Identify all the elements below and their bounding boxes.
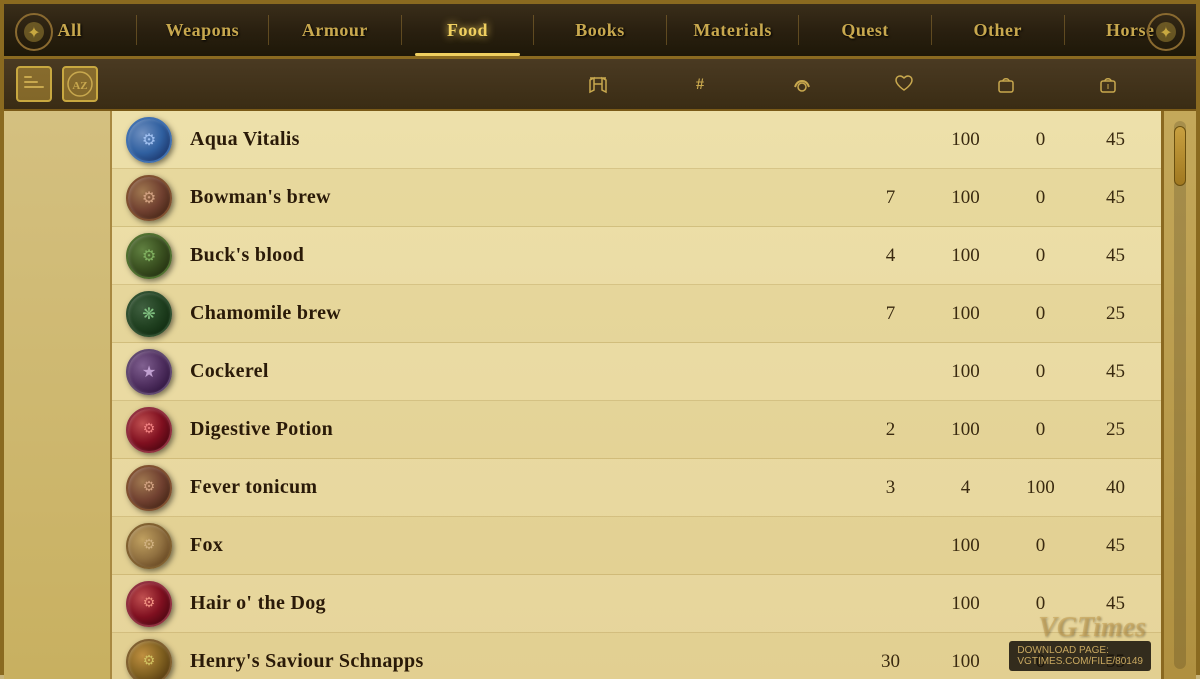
filter-bar: AZ # bbox=[4, 59, 1196, 111]
nav-bar: ✦ All Weapons Armour Food Books Material… bbox=[4, 4, 1196, 59]
corner-decoration-right: ✦ bbox=[1136, 4, 1196, 59]
item-name: Cockerel bbox=[178, 360, 853, 383]
item-val2: 100 bbox=[928, 419, 1003, 441]
item-val4: 40 bbox=[1078, 477, 1153, 499]
scrollbar-thumb[interactable] bbox=[1174, 126, 1186, 186]
nav-item-all[interactable]: All bbox=[4, 4, 136, 56]
item-val2: 100 bbox=[928, 187, 1003, 209]
content-area: ⚙ Aqua Vitalis 100 0 45 ⚙ Bowman's brew … bbox=[4, 111, 1196, 679]
item-val4: 45 bbox=[1078, 361, 1153, 383]
item-icon-fever-tonicum: ⚙ bbox=[120, 462, 178, 514]
item-val4: 45 bbox=[1078, 187, 1153, 209]
list-item[interactable]: ⚙ Aqua Vitalis 100 0 45 bbox=[112, 111, 1161, 169]
list-item[interactable]: ⚙ Buck's blood 4 100 0 45 bbox=[112, 227, 1161, 285]
item-val3: 0 bbox=[1003, 651, 1078, 673]
scrollbar-area bbox=[1161, 111, 1196, 679]
item-name: Fever tonicum bbox=[178, 476, 853, 499]
nav-item-armour[interactable]: Armour bbox=[269, 4, 401, 56]
svg-text:✦: ✦ bbox=[1159, 25, 1172, 42]
item-list: ⚙ Aqua Vitalis 100 0 45 ⚙ Bowman's brew … bbox=[112, 111, 1161, 679]
item-icon-aqua-vitalis: ⚙ bbox=[120, 114, 178, 166]
nav-item-weapons[interactable]: Weapons bbox=[137, 4, 269, 56]
list-item[interactable]: ⚙ Hair o' the Dog 100 0 45 bbox=[112, 575, 1161, 633]
col-icon-equipment[interactable] bbox=[582, 68, 614, 100]
item-val3: 0 bbox=[1003, 187, 1078, 209]
game-inventory-screen: ✦ All Weapons Armour Food Books Material… bbox=[0, 0, 1200, 675]
column-filter-icons: # bbox=[582, 68, 1184, 100]
item-val3: 0 bbox=[1003, 361, 1078, 383]
item-name: Aqua Vitalis bbox=[178, 128, 853, 151]
item-val2: 100 bbox=[928, 593, 1003, 615]
item-val3: 0 bbox=[1003, 303, 1078, 325]
item-val4: 45 bbox=[1078, 535, 1153, 557]
list-item[interactable]: ⚙ Fever tonicum 3 4 100 40 bbox=[112, 459, 1161, 517]
col-icon-count[interactable]: # bbox=[684, 68, 716, 100]
nav-item-quest[interactable]: Quest bbox=[799, 4, 931, 56]
nav-item-books[interactable]: Books bbox=[534, 4, 666, 56]
item-icon-bowmans-brew: ⚙ bbox=[120, 172, 178, 224]
az-sort-button[interactable]: AZ bbox=[62, 66, 98, 102]
item-val1: 3 bbox=[853, 477, 928, 499]
item-name: Bowman's brew bbox=[178, 186, 853, 209]
col-icon-health[interactable] bbox=[888, 68, 920, 100]
item-icon-cockerel: ★ bbox=[120, 346, 178, 398]
item-name: Digestive Potion bbox=[178, 418, 853, 441]
item-val1: 30 bbox=[853, 651, 928, 673]
list-item[interactable]: ⚙ Digestive Potion 2 100 0 25 bbox=[112, 401, 1161, 459]
item-name: Hair o' the Dog bbox=[178, 592, 853, 615]
item-val3: 0 bbox=[1003, 593, 1078, 615]
item-icon-fox: ⚙ bbox=[120, 520, 178, 572]
item-val3: 0 bbox=[1003, 535, 1078, 557]
item-icon-henrys-schnapps: ⚙ bbox=[120, 636, 178, 679]
item-val3: 0 bbox=[1003, 419, 1078, 441]
scrollbar-track[interactable] bbox=[1174, 121, 1186, 669]
item-val2: 100 bbox=[928, 651, 1003, 673]
item-val1: 7 bbox=[853, 303, 928, 325]
item-val3: 100 bbox=[1003, 477, 1078, 499]
item-icon-chamomile-brew: ❋ bbox=[120, 288, 178, 340]
svg-text:AZ: AZ bbox=[72, 80, 87, 92]
item-val1: 7 bbox=[853, 187, 928, 209]
item-name: Buck's blood bbox=[178, 244, 853, 267]
item-val3: 0 bbox=[1003, 245, 1078, 267]
item-icon-digestive-potion: ⚙ bbox=[120, 404, 178, 456]
col-icon-strength[interactable] bbox=[786, 68, 818, 100]
item-val2: 100 bbox=[928, 129, 1003, 151]
item-val1: 4 bbox=[853, 245, 928, 267]
list-item[interactable]: ★ Cockerel 100 0 45 bbox=[112, 343, 1161, 401]
item-val3: 0 bbox=[1003, 129, 1078, 151]
svg-text:#: # bbox=[696, 76, 704, 93]
item-val4: 45 bbox=[1078, 129, 1153, 151]
item-val4: 45 bbox=[1078, 593, 1153, 615]
col-icon-bag1[interactable] bbox=[990, 68, 1022, 100]
list-item[interactable]: ⚙ Henry's Saviour Schnapps 30 100 0 55 bbox=[112, 633, 1161, 679]
item-name: Henry's Saviour Schnapps bbox=[178, 650, 853, 673]
item-val4: 55 bbox=[1078, 651, 1153, 673]
sort-filter-button[interactable] bbox=[16, 66, 52, 102]
item-val4: 25 bbox=[1078, 419, 1153, 441]
item-val2: 4 bbox=[928, 477, 1003, 499]
col-icon-bag2[interactable] bbox=[1092, 68, 1124, 100]
item-val2: 100 bbox=[928, 535, 1003, 557]
nav-item-other[interactable]: Other bbox=[932, 4, 1064, 56]
item-name: Fox bbox=[178, 534, 853, 557]
list-item[interactable]: ⚙ Bowman's brew 7 100 0 45 bbox=[112, 169, 1161, 227]
nav-item-materials[interactable]: Materials bbox=[667, 4, 799, 56]
nav-item-food[interactable]: Food bbox=[402, 4, 534, 56]
item-val4: 25 bbox=[1078, 303, 1153, 325]
list-item[interactable]: ⚙ Fox 100 0 45 bbox=[112, 517, 1161, 575]
item-val1: 2 bbox=[853, 419, 928, 441]
item-val2: 100 bbox=[928, 303, 1003, 325]
item-val2: 100 bbox=[928, 361, 1003, 383]
list-item[interactable]: ❋ Chamomile brew 7 100 0 25 bbox=[112, 285, 1161, 343]
item-val2: 100 bbox=[928, 245, 1003, 267]
item-icon-hair-dog: ⚙ bbox=[120, 578, 178, 630]
item-icon-column bbox=[4, 111, 112, 679]
item-icon-bucks-blood: ⚙ bbox=[120, 230, 178, 282]
item-val4: 45 bbox=[1078, 245, 1153, 267]
item-name: Chamomile brew bbox=[178, 302, 853, 325]
